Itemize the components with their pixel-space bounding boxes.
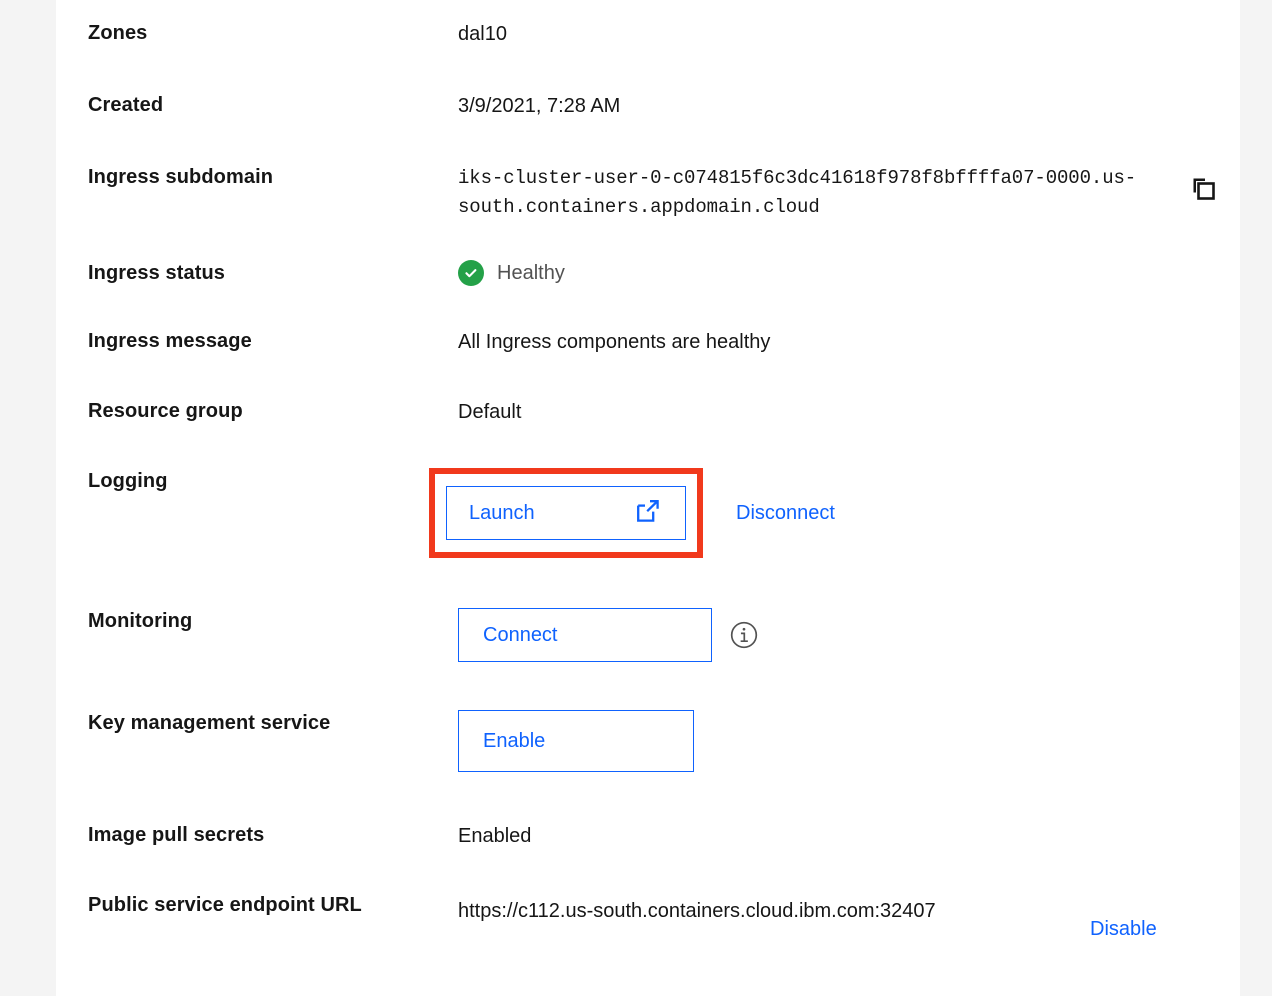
- logging-cell: Launch Disconnect: [429, 468, 835, 558]
- detail-row-ingress-status: Ingress status Healthy: [88, 260, 1218, 286]
- row-value-ingress-message: All Ingress components are healthy: [458, 331, 771, 353]
- detail-row-key-management-service: Key management service Enable: [88, 710, 1218, 772]
- info-icon[interactable]: [730, 621, 758, 649]
- row-label-monitoring: Monitoring: [88, 610, 193, 632]
- row-label-ingress-message: Ingress message: [88, 330, 252, 352]
- row-value-ingress-subdomain: iks-cluster-user-0-c074815f6c3dc41618f97…: [458, 167, 1137, 218]
- monitoring-cell: Connect: [458, 608, 758, 662]
- row-label-logging: Logging: [88, 470, 168, 492]
- kms-enable-button[interactable]: Enable: [458, 710, 694, 772]
- logging-disconnect-link[interactable]: Disconnect: [736, 500, 835, 526]
- status-badge: Healthy: [497, 262, 565, 284]
- logging-launch-label: Launch: [469, 502, 535, 524]
- cluster-details-panel: Zones dal10 Created 3/9/2021, 7:28 AM In…: [56, 0, 1240, 996]
- detail-row-monitoring: Monitoring Connect: [88, 608, 1218, 662]
- row-label-key-management-service: Key management service: [88, 712, 331, 734]
- page-root: Zones dal10 Created 3/9/2021, 7:28 AM In…: [0, 0, 1272, 996]
- row-value-resource-group: Default: [458, 401, 522, 423]
- detail-row-public-service-endpoint-url: Public service endpoint URL https://c112…: [88, 892, 1218, 942]
- kms-enable-label: Enable: [483, 730, 546, 752]
- row-label-created: Created: [88, 94, 164, 116]
- detail-row-image-pull-secrets: Image pull secrets Enabled: [88, 822, 1218, 850]
- cluster-details-list: Zones dal10 Created 3/9/2021, 7:28 AM In…: [88, 0, 1218, 942]
- ingress-status-cell: Healthy: [458, 260, 565, 286]
- endpoint-disable-link[interactable]: Disable: [1090, 916, 1157, 942]
- external-link-icon: [635, 498, 661, 528]
- row-label-zones: Zones: [88, 22, 148, 44]
- monitoring-connect-label: Connect: [483, 624, 558, 646]
- row-label-public-service-endpoint-url: Public service endpoint URL: [88, 894, 362, 916]
- row-value-created: 3/9/2021, 7:28 AM: [458, 95, 621, 117]
- ingress-subdomain-cell: iks-cluster-user-0-c074815f6c3dc41618f97…: [458, 164, 1218, 222]
- logging-launch-button[interactable]: Launch: [446, 486, 686, 540]
- row-label-ingress-status: Ingress status: [88, 262, 226, 284]
- detail-row-resource-group: Resource group Default: [88, 398, 1218, 426]
- check-circle-icon: [458, 260, 484, 286]
- row-value-zones: dal10: [458, 23, 507, 45]
- detail-row-ingress-subdomain: Ingress subdomain iks-cluster-user-0-c07…: [88, 164, 1218, 222]
- row-label-resource-group: Resource group: [88, 400, 243, 422]
- detail-row-created: Created 3/9/2021, 7:28 AM: [88, 92, 1218, 120]
- row-label-ingress-subdomain: Ingress subdomain: [88, 166, 274, 188]
- detail-row-ingress-message: Ingress message All Ingress components a…: [88, 328, 1218, 356]
- detail-row-logging: Logging Launch Disconnect: [88, 468, 1218, 558]
- key-management-service-cell: Enable: [458, 710, 1218, 772]
- copy-icon[interactable]: [1190, 175, 1218, 203]
- row-value-public-service-endpoint-url: https://c112.us-south.containers.cloud.i…: [458, 900, 936, 922]
- detail-row-zones: Zones dal10: [88, 20, 1218, 48]
- annotation-highlight-box: Launch: [429, 468, 703, 558]
- row-label-image-pull-secrets: Image pull secrets: [88, 824, 265, 846]
- public-service-endpoint-cell: https://c112.us-south.containers.cloud.i…: [458, 892, 1218, 942]
- monitoring-connect-button[interactable]: Connect: [458, 608, 712, 662]
- row-value-image-pull-secrets: Enabled: [458, 825, 532, 847]
